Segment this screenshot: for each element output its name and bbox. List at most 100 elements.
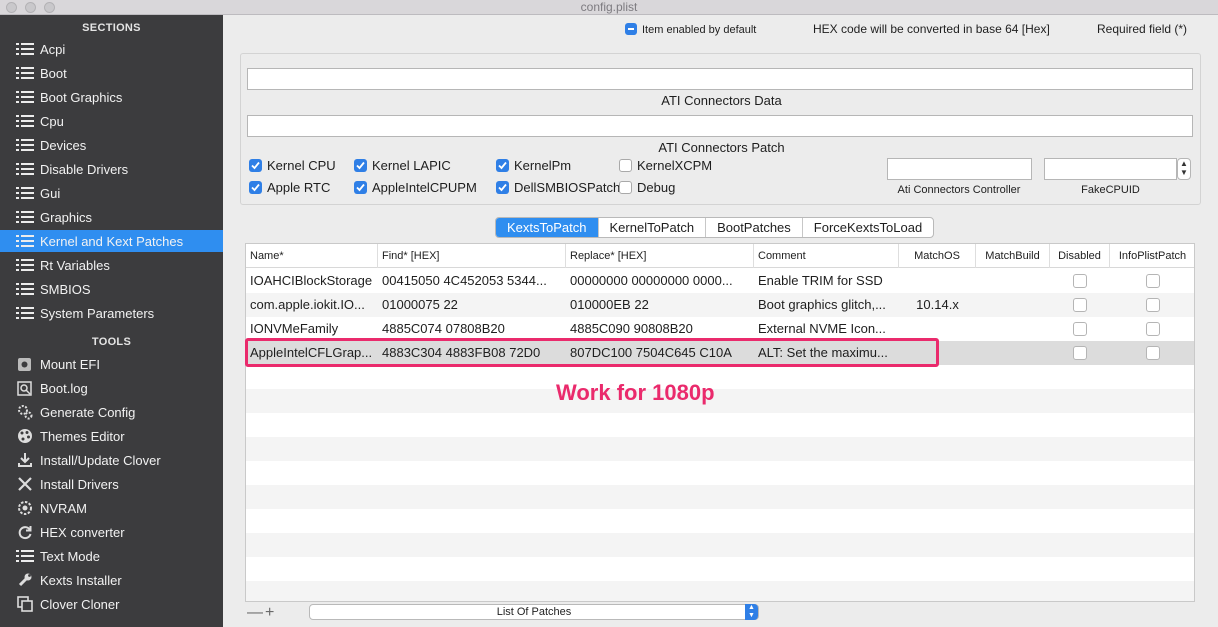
fakecpuid-label: FakeCPUID xyxy=(1081,184,1140,196)
sidebar-item-gui[interactable]: Gui xyxy=(0,182,223,204)
infoplistpatch-checkbox[interactable] xyxy=(1146,274,1160,288)
cell-replace[interactable]: 00000000 00000000 0000... xyxy=(566,269,754,293)
sidebar-tool-item-boot-log[interactable]: Boot.log xyxy=(0,377,223,399)
sidebar-item-label: Disable Drivers xyxy=(40,161,129,177)
column-header[interactable]: Comment xyxy=(754,244,899,268)
sidebar-item-label: Acpi xyxy=(40,41,66,57)
sidebar-tool-item-mount-efi[interactable]: Mount EFI xyxy=(0,353,223,375)
sidebar-tool-item-clover-cloner[interactable]: Clover Cloner xyxy=(0,593,223,615)
infoplistpatch-checkbox[interactable] xyxy=(1146,322,1160,336)
fakecpuid-stepper[interactable]: ▲ ▼ xyxy=(1177,158,1191,180)
sidebar-tool-item-nvram[interactable]: NVRAM xyxy=(0,497,223,519)
ati-connectors-controller-field[interactable] xyxy=(887,158,1032,180)
column-header[interactable]: MatchOS xyxy=(899,244,976,268)
sidebar-tool-item-install-drivers[interactable]: Install Drivers xyxy=(0,473,223,495)
patch-tabs: KextsToPatch KernelToPatch BootPatches Forc… xyxy=(495,217,935,238)
sidebar-tool-item-themes-editor[interactable]: Themes Editor xyxy=(0,425,223,447)
checkbox-label: Kernel CPU xyxy=(267,158,336,173)
cell-comment[interactable]: Boot graphics glitch,... xyxy=(754,293,899,317)
empty-table-row xyxy=(246,365,1194,389)
column-header[interactable]: Find* [HEX] xyxy=(378,244,566,268)
ati-connectors-data-field[interactable] xyxy=(247,68,1193,90)
patches-table: Name* Find* [HEX] Replace* [HEX] Comment Mat… xyxy=(245,243,1195,602)
sidebar-item-label: Boot Graphics xyxy=(40,89,123,105)
sidebar-item-system-parameters[interactable]: System Parameters xyxy=(0,302,223,324)
checkbox-debug[interactable]: Debug xyxy=(619,180,675,195)
sidebar-item-disable-drivers[interactable]: Disable Drivers xyxy=(0,158,223,180)
fakecpuid-field[interactable] xyxy=(1044,158,1177,180)
item-enabled-note: Item enabled by default xyxy=(625,22,756,36)
copy-icon xyxy=(15,596,34,612)
sidebar-tool-item-label: Install/Update Clover xyxy=(40,452,161,468)
table-row[interactable]: IOAHCIBlockStorage 00415050 4C452053 5344… xyxy=(246,269,1194,293)
column-header[interactable]: Disabled xyxy=(1050,244,1110,268)
checkbox-dellsmbiospatch[interactable]: DellSMBIOSPatch xyxy=(496,180,620,195)
sidebar-tool-item-generate-config[interactable]: Generate Config xyxy=(0,401,223,423)
cell-find[interactable]: 00415050 4C452053 5344... xyxy=(378,269,566,293)
cell-matchbuild[interactable] xyxy=(976,317,1050,341)
sidebar-item-graphics[interactable]: Graphics xyxy=(0,206,223,228)
sidebar-item-cpu[interactable]: Cpu xyxy=(0,110,223,132)
sidebar-item-label: Devices xyxy=(40,137,87,153)
tab-kextstopatch[interactable]: KextsToPatch xyxy=(496,218,599,237)
disabled-checkbox[interactable] xyxy=(1073,274,1087,288)
column-header[interactable]: MatchBuild xyxy=(976,244,1050,268)
sidebar-item-rt-variables[interactable]: Rt Variables xyxy=(0,254,223,276)
sidebar-tool-item-text-mode[interactable]: Text Mode xyxy=(0,545,223,567)
sidebar-tool-item-hex-converter[interactable]: HEX converter xyxy=(0,521,223,543)
infoplistpatch-checkbox[interactable] xyxy=(1146,298,1160,312)
cell-matchbuild[interactable] xyxy=(976,269,1050,293)
table-row[interactable]: com.apple.iokit.IO... 01000075 22 010000EB… xyxy=(246,293,1194,317)
checkbox-apple-rtc[interactable]: Apple RTC xyxy=(249,180,330,195)
disabled-checkbox[interactable] xyxy=(1073,298,1087,312)
cell-name[interactable]: com.apple.iokit.IO... xyxy=(246,293,378,317)
sidebar-item-boot[interactable]: Boot xyxy=(0,62,223,84)
add-row-button[interactable]: + xyxy=(265,603,274,623)
cell-matchbuild[interactable] xyxy=(976,341,1050,365)
disabled-checkbox[interactable] xyxy=(1073,322,1087,336)
cell-name[interactable]: IOAHCIBlockStorage xyxy=(246,269,378,293)
empty-checkbox-icon xyxy=(619,159,632,172)
checkbox-appleintelcpupm[interactable]: AppleIntelCPUPM xyxy=(354,180,477,195)
sections-header: SECTIONS xyxy=(82,22,141,34)
sidebar-item-smbios[interactable]: SMBIOS xyxy=(0,278,223,300)
sidebar-item-acpi[interactable]: Acpi xyxy=(0,38,223,60)
cell-comment[interactable]: Enable TRIM for SSD xyxy=(754,269,899,293)
sidebar-tool-item-install-update-clover[interactable]: Install/Update Clover xyxy=(0,449,223,471)
sidebar-item-devices[interactable]: Devices xyxy=(0,134,223,156)
cell-replace[interactable]: 010000EB 22 xyxy=(566,293,754,317)
sidebar-item-label: SMBIOS xyxy=(40,281,91,297)
cell-matchbuild[interactable] xyxy=(976,293,1050,317)
sidebar-item-kernel-and-kext-patches[interactable]: Kernel and Kext Patches xyxy=(0,230,223,252)
tab-bootpatches[interactable]: BootPatches xyxy=(706,218,803,237)
cell-matchos[interactable]: 10.14.x xyxy=(899,293,976,317)
remove-row-button[interactable]: — xyxy=(247,603,263,623)
sidebar-item-boot-graphics[interactable]: Boot Graphics xyxy=(0,86,223,108)
list-icon xyxy=(15,137,34,153)
refresh-icon xyxy=(15,524,34,540)
checkbox-kernelpm[interactable]: KernelPm xyxy=(496,158,571,173)
disabled-checkbox[interactable] xyxy=(1073,346,1087,360)
checkbox-kernelxcpm[interactable]: KernelXCPM xyxy=(619,158,712,173)
list-icon xyxy=(15,161,34,177)
cell-matchos[interactable] xyxy=(899,269,976,293)
sidebar-tool-item-label: Generate Config xyxy=(40,404,136,420)
column-header[interactable]: InfoPlistPatch xyxy=(1110,244,1194,268)
download-icon xyxy=(15,452,34,468)
checkbox-kernel-lapic[interactable]: Kernel LAPIC xyxy=(354,158,451,173)
list-icon xyxy=(15,257,34,273)
checkbox-kernel-cpu[interactable]: Kernel CPU xyxy=(249,158,336,173)
cell-find[interactable]: 01000075 22 xyxy=(378,293,566,317)
main-content: Item enabled by default HEX code will be… xyxy=(223,15,1218,627)
sidebar-tool-item-kexts-installer[interactable]: Kexts Installer xyxy=(0,569,223,591)
ati-connectors-patch-field[interactable] xyxy=(247,115,1193,137)
list-icon xyxy=(15,89,34,105)
tab-kerneltopatch[interactable]: KernelToPatch xyxy=(599,218,707,237)
column-header[interactable]: Replace* [HEX] xyxy=(566,244,754,268)
sidebar-tool-item-label: HEX converter xyxy=(40,524,125,540)
tab-forcekextstoload[interactable]: ForceKextsToLoad xyxy=(803,218,933,237)
list-icon xyxy=(15,548,34,564)
infoplistpatch-checkbox[interactable] xyxy=(1146,346,1160,360)
list-of-patches-popup[interactable]: List Of Patches ▲ ▼ xyxy=(309,604,759,620)
column-header[interactable]: Name* xyxy=(246,244,378,268)
